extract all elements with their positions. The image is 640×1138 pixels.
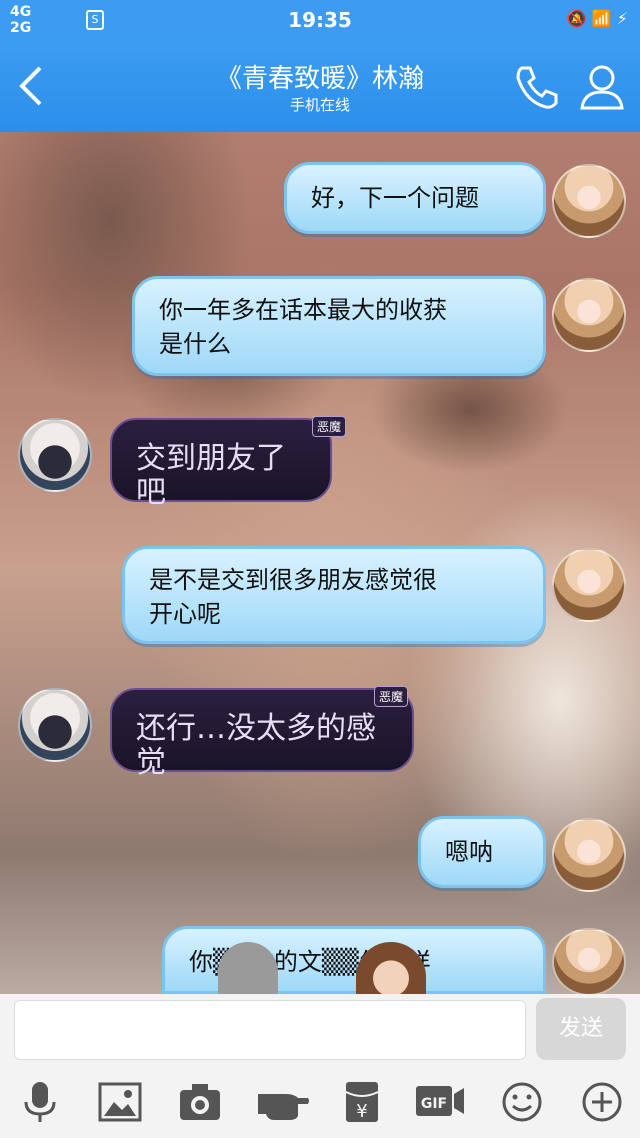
status-icons: 🔕 📶 ⚡ (566, 9, 628, 28)
message-bubble-outgoing[interactable]: 嗯呐 (418, 816, 546, 888)
message-bubble-incoming[interactable]: 还行…没太多的感觉 (110, 688, 414, 780)
contact-avatar[interactable] (18, 418, 92, 492)
input-toolbar: ¥ GIF (0, 1070, 640, 1138)
message-bubble-outgoing[interactable]: 是不是交到很多朋友感觉很 开心呢 (122, 546, 546, 644)
emoji-icon[interactable] (498, 1080, 546, 1124)
message-bubble-incoming[interactable]: 交到朋友了吧 (110, 418, 332, 510)
svg-text:GIF: GIF (421, 1096, 447, 1112)
poke-icon[interactable] (256, 1080, 312, 1124)
phone-call-icon[interactable] (512, 62, 562, 112)
my-avatar[interactable] (552, 818, 626, 892)
gif-icon[interactable]: GIF (414, 1080, 466, 1124)
my-avatar[interactable] (552, 548, 626, 622)
svg-text:¥: ¥ (356, 1101, 367, 1122)
red-packet-icon[interactable]: ¥ (338, 1080, 386, 1124)
status-bar: 4G 2G S 19:35 🔕 📶 ⚡ (0, 0, 640, 40)
image-icon[interactable] (96, 1080, 144, 1124)
camera-icon[interactable] (176, 1080, 224, 1124)
bubble-theme-tag: 恶魔 (374, 686, 409, 707)
message-bubble-outgoing[interactable]: 你一年多在话本最大的收获 是什么 (132, 276, 546, 376)
contact-profile-icon[interactable] (578, 62, 626, 112)
bubble-theme-tag: 恶魔 (312, 416, 347, 437)
clock: 19:35 (288, 8, 352, 32)
contact-avatar[interactable] (18, 688, 92, 762)
message-input[interactable] (14, 1000, 526, 1060)
my-avatar[interactable] (552, 928, 626, 996)
chat-header: 《青春致暖》林瀚 手机在线 (0, 40, 640, 132)
message-input-bar: 发送 (0, 994, 640, 1070)
send-button[interactable]: 发送 (536, 998, 626, 1060)
sticker-overlay-gray-figure (218, 942, 278, 994)
mic-icon[interactable] (16, 1080, 64, 1124)
my-avatar[interactable] (552, 278, 626, 352)
message-bubble-outgoing[interactable]: 好，下一个问题 (284, 162, 546, 234)
plus-icon[interactable] (578, 1080, 626, 1124)
my-avatar[interactable] (552, 164, 626, 238)
